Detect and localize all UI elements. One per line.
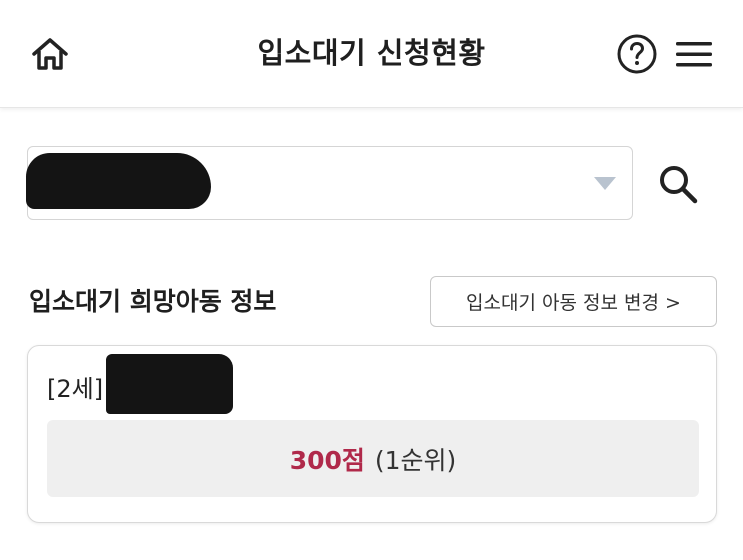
center-select-dropdown[interactable] <box>26 146 633 220</box>
redacted-child-name <box>106 354 233 414</box>
triangle-down-icon <box>594 177 616 190</box>
redacted-selected-value <box>26 153 211 209</box>
section-title: 입소대기 희망아동 정보 <box>29 287 277 316</box>
rank-text: (1순위) <box>374 445 457 475</box>
child-age-label: [2세] <box>47 375 104 403</box>
score-value: 300점 <box>289 445 365 475</box>
score-box: 300점 (1순위) <box>47 420 699 497</box>
help-circle-icon <box>617 34 657 74</box>
help-button[interactable] <box>614 31 660 77</box>
hamburger-menu-icon <box>676 42 712 67</box>
child-info-card[interactable]: [2세] 300점 (1순위) <box>27 345 717 523</box>
app-header: 입소대기 신청현황 <box>0 0 743 108</box>
search-icon <box>660 166 698 204</box>
search-button[interactable] <box>652 160 704 208</box>
change-child-info-button[interactable]: 입소대기 아동 정보 변경 > <box>430 276 717 327</box>
menu-button[interactable] <box>672 34 716 74</box>
